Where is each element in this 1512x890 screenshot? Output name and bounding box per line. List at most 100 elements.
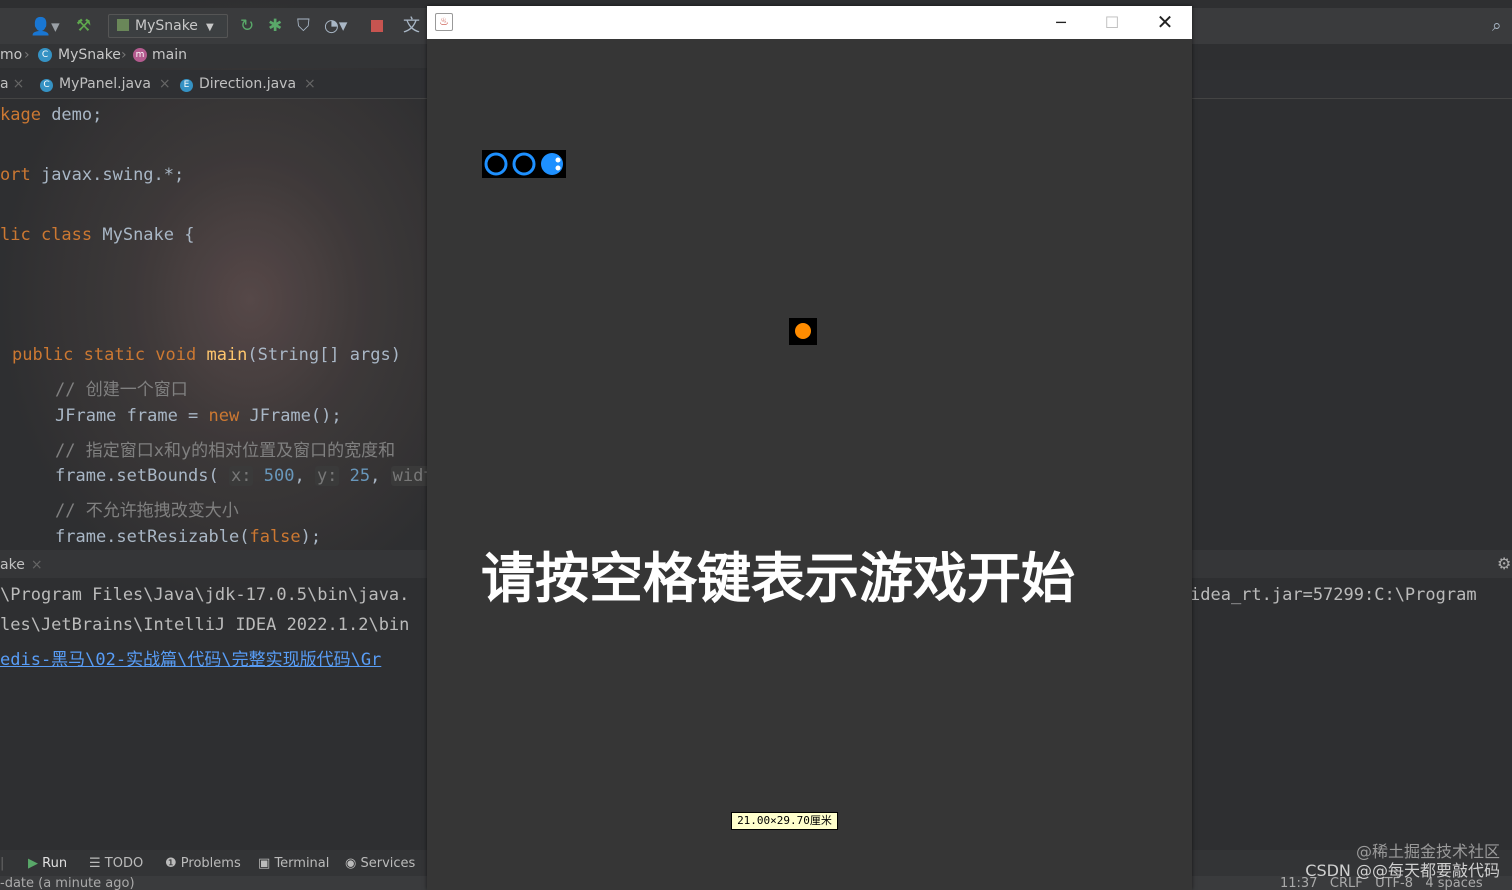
watermark: @稀土掘金技术社区 CSDN @@每天都要敲代码 [1305,842,1500,880]
window-title-bar[interactable]: ♨ ─ ☐ ✕ [427,6,1192,39]
game-scene [482,150,817,345]
coverage-icon[interactable]: ⛉ [297,16,310,36]
code-keyword: public static void [12,345,207,365]
tab-direction[interactable]: E Direction.java × [180,76,316,92]
run-tab[interactable]: ake × [0,557,43,573]
gear-icon[interactable]: ⚙ [1497,554,1511,573]
terminal-icon: ▣ [258,856,271,871]
code-text: MySnake { [92,225,195,245]
param-hint: y: [314,466,340,486]
tab-label: a [0,76,9,92]
code-keyword: false [249,527,301,547]
profile-icon[interactable]: ◔▾ [324,16,347,36]
info-icon: ❶ [165,856,177,871]
java-app-icon: ♨ [435,13,453,31]
user-icon[interactable]: 👤▾ [30,17,60,37]
translate-icon[interactable]: 文 [403,16,420,36]
param-hint: x: [229,466,254,486]
watermark-line: @稀土掘金技术社区 [1355,842,1500,861]
start-message: 请按空格键表示游戏开始 [481,546,1075,610]
code-number: 25 [349,466,371,486]
snake [482,150,566,178]
code-text: demo; [40,105,103,125]
run-config-dropdown[interactable]: MySnake ▼ [108,14,228,38]
tool-label: Services [360,856,416,871]
breadcrumb-module[interactable]: mo [0,47,22,63]
game-window: ♨ ─ ☐ ✕ 请按空格键表示游戏开始 21.00×29.70厘米 [427,6,1192,890]
maximize-button[interactable]: ☐ [1088,6,1136,39]
code-text: javax.swing.*; [30,165,185,185]
code-function: main [206,345,248,365]
class-icon: C [38,48,52,62]
tool-problems[interactable]: ❶ Problems [165,856,241,871]
code-text: frame.setResizable( [55,527,250,547]
console-line: \Program Files\Java\jdk-17.0.5\bin\java. [0,585,410,605]
tab-label: MyPanel.java [59,76,151,92]
tool-label: Terminal [274,856,330,871]
console-line: les\JetBrains\IntelliJ IDEA 2022.1.2\bin [0,615,410,635]
close-button[interactable]: ✕ [1141,6,1189,39]
snake-eye [555,165,561,171]
run-config-label: MySnake [135,18,198,34]
code-editor[interactable]: kage demo; ort javax.swing.*; lic class … [0,100,436,548]
close-icon[interactable]: × [13,76,25,92]
play-icon: ▶ [28,856,38,871]
code-line: frame.setResizable(false); [55,527,321,547]
breadcrumb: mo › C MySnake › m main [0,44,430,68]
list-icon: ☰ [89,856,101,871]
code-text: (String[] args) [247,345,401,365]
tool-services[interactable]: ◉ Services [345,856,415,871]
code-line: lic class MySnake { [0,225,194,245]
paper-size-tooltip: 21.00×29.70厘米 [731,812,838,830]
chevron-down-icon: ▼ [205,22,214,33]
rerun-icon[interactable]: ↻ [240,16,254,36]
game-canvas[interactable]: 请按空格键表示游戏开始 21.00×29.70厘米 [427,39,1192,890]
enum-icon: E [180,79,193,92]
breadcrumb-method[interactable]: main [152,47,187,63]
class-icon: C [40,79,53,92]
code-keyword: lic class [0,225,93,245]
run-config-icon [117,19,129,31]
code-text: JFrame frame = [55,406,209,426]
tab-label: Direction.java [199,76,297,92]
code-text: JFrame(); [239,406,342,426]
build-hammer-icon[interactable]: ⚒ [76,16,91,36]
tool-label: Run [42,856,68,871]
method-icon: m [133,48,147,62]
code-keyword: kage [0,105,41,125]
tab-partial[interactable]: a × [0,76,24,92]
debug-icon[interactable]: ✱ [268,16,282,36]
close-icon[interactable]: × [304,76,316,92]
code-line: JFrame frame = new JFrame(); [55,406,342,426]
stop-icon[interactable] [371,20,383,32]
tool-run[interactable]: ▶ Run [28,856,67,871]
divider: | [0,856,5,871]
snake-head [541,153,563,175]
tool-label: TODO [104,856,144,871]
console-link[interactable]: edis-黑马\02-实战篇\代码\完整实现版代码\Gr [0,645,381,670]
tab-mypanel[interactable]: C MyPanel.java × [40,76,171,92]
code-keyword: ort [0,165,31,185]
close-icon[interactable]: × [31,557,43,573]
console-line: idea_rt.jar=57299:C:\Program [1190,585,1477,605]
snake-eye [555,157,561,163]
minimize-button[interactable]: ─ [1037,6,1085,39]
code-line: ort javax.swing.*; [0,165,184,185]
status-vcs: -date (a minute ago) [0,876,135,890]
search-icon[interactable]: ⌕ [1492,16,1502,36]
code-line: kage demo; [0,105,102,125]
code-text: ); [300,527,322,547]
code-number: 500 [263,466,295,486]
food-pellet [795,323,811,339]
tool-label: Problems [180,856,241,871]
code-line: public static void main(String[] args) [12,345,401,365]
watermark-line: CSDN @@每天都要敲代码 [1305,861,1500,880]
chevron-right-icon: › [24,47,30,63]
code-comment: // 创建一个窗口 [55,380,188,400]
breadcrumb-class[interactable]: MySnake [58,47,121,63]
tool-todo[interactable]: ☰ TODO [89,856,143,871]
close-icon[interactable]: × [159,76,171,92]
tool-terminal[interactable]: ▣ Terminal [258,856,329,871]
services-icon: ◉ [345,856,357,871]
code-comment: // 指定窗口x和y的相对位置及窗口的宽度和 [55,441,396,461]
